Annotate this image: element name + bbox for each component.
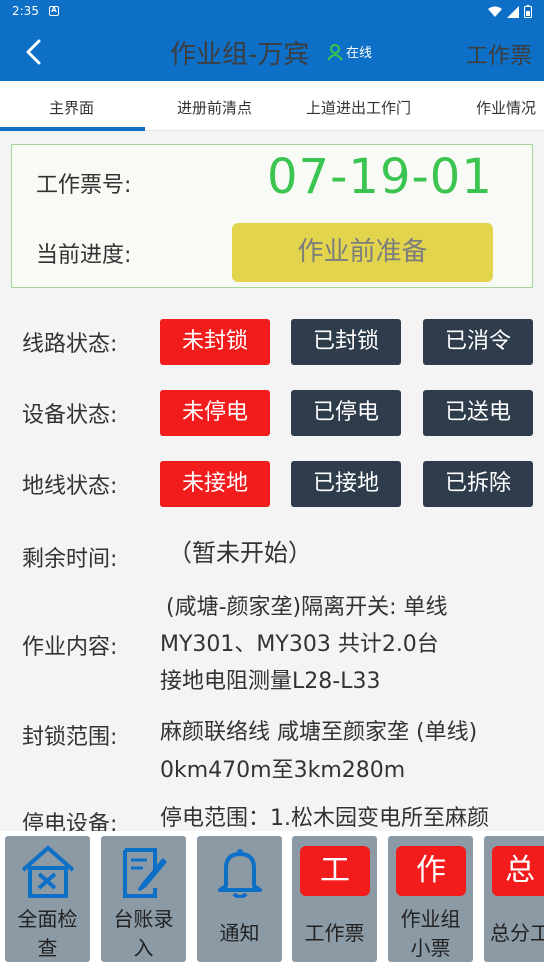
ground-status-label: 地线状态: (22, 474, 118, 499)
nav-notifications[interactable]: 通知 (197, 836, 282, 962)
line-locked-button[interactable]: 已封锁 (291, 319, 401, 365)
remaining-time-label: 剩余时间: (22, 547, 118, 572)
ticket-number: 07-19-01 (267, 149, 493, 205)
house-tools-icon (21, 846, 75, 898)
work-ticket-badge: 工 (300, 846, 370, 896)
nav-ledger-entry-label-2: 入 (133, 936, 154, 960)
tab-main[interactable]: 主界面 (49, 97, 94, 118)
remaining-time-value: （暂未开始） (168, 539, 312, 567)
progress-label: 当前进度: (36, 243, 132, 268)
back-arrow-icon[interactable] (20, 38, 48, 66)
nav-full-inspection-label-2: 查 (37, 936, 58, 960)
line-unlocked-button[interactable]: 未封锁 (160, 319, 270, 365)
ticket-number-label: 工作票号: (36, 173, 132, 198)
blockade-range-line-1: 麻颜联络线 咸塘至颜家垄 (单线) (160, 720, 478, 745)
nav-full-inspection-label-1: 全面检 (17, 907, 78, 931)
group-ticket-badge: 作 (396, 846, 466, 896)
tab-work-status[interactable]: 作业情况 (476, 97, 536, 118)
ground-removed-button[interactable]: 已拆除 (423, 461, 533, 507)
nav-group-ticket-label-2: 小票 (410, 936, 451, 960)
wifi-icon (488, 6, 502, 17)
work-content-line-3: 接地电阻测量L28-L33 (160, 669, 381, 694)
work-content-label: 作业内容: (22, 635, 118, 660)
equipment-status-label: 设备状态: (22, 403, 118, 428)
ticket-card: 工作票号: 07-19-01 当前进度: 作业前准备 (11, 144, 533, 288)
nav-full-inspection[interactable]: 全面检 查 (5, 836, 90, 962)
work-ticket-link[interactable]: 工作票 (466, 38, 532, 70)
signal-icon (507, 5, 519, 18)
nav-group-ticket-label-1: 作业组 (400, 907, 461, 931)
equipment-power-restored-button[interactable]: 已送电 (423, 390, 533, 436)
edit-document-icon (123, 848, 168, 898)
line-status-label: 线路状态: (22, 332, 118, 357)
ground-grounded-button[interactable]: 已接地 (291, 461, 401, 507)
nav-group-ticket[interactable]: 作 作业组 小票 (388, 836, 473, 962)
work-content-line-1: (咸塘-颜家垄)隔离开关: 单线 (166, 595, 448, 620)
battery-icon (524, 5, 532, 18)
equipment-powered-button[interactable]: 未停电 (160, 390, 270, 436)
nav-work-ticket-label: 工作票 (304, 921, 365, 945)
nav-notifications-label: 通知 (219, 921, 260, 945)
page-title: 作业组-万宾 (170, 40, 310, 70)
nav-ledger-entry[interactable]: 台账录 入 (101, 836, 186, 962)
bottom-nav: 全面检 查 台账录 入 通知 工 工作票 作 作业组 小票 总 总分工 (0, 831, 544, 968)
tab-bar: 主界面 进册前清点 上道进出工作门 作业情况 (0, 81, 544, 131)
tab-pre-check[interactable]: 进册前清点 (177, 97, 252, 118)
work-content-line-2: MY301、MY303 共计2.0台 (160, 632, 439, 657)
notification-badge: A (49, 6, 59, 16)
ground-not-grounded-button[interactable]: 未接地 (160, 461, 270, 507)
status-bar: 2:35 A (0, 0, 544, 24)
status-icons (488, 5, 532, 18)
bell-icon (218, 849, 262, 898)
blockade-range-label: 封锁范围: (22, 725, 118, 750)
nav-division-label: 总分工 (490, 921, 544, 945)
line-cleared-button[interactable]: 已消令 (423, 319, 533, 365)
online-status: 在线 (326, 42, 372, 61)
division-badge: 总 (492, 846, 544, 896)
tab-work-gate[interactable]: 上道进出工作门 (306, 97, 411, 118)
nav-division-of-labor[interactable]: 总 总分工 (484, 836, 544, 962)
progress-badge: 作业前准备 (232, 223, 493, 282)
nav-ledger-entry-label-1: 台账录 (113, 907, 174, 931)
nav-work-ticket[interactable]: 工 工作票 (292, 836, 377, 962)
blockade-range-line-2: 0km470m至3km280m (160, 758, 406, 783)
app-bar: 作业组-万宾 在线 工作票 (0, 24, 544, 81)
equipment-powered-off-button[interactable]: 已停电 (291, 390, 401, 436)
user-icon (327, 43, 343, 61)
online-label: 在线 (346, 46, 373, 61)
active-tab-indicator (0, 127, 145, 131)
clock: 2:35 (12, 4, 39, 18)
